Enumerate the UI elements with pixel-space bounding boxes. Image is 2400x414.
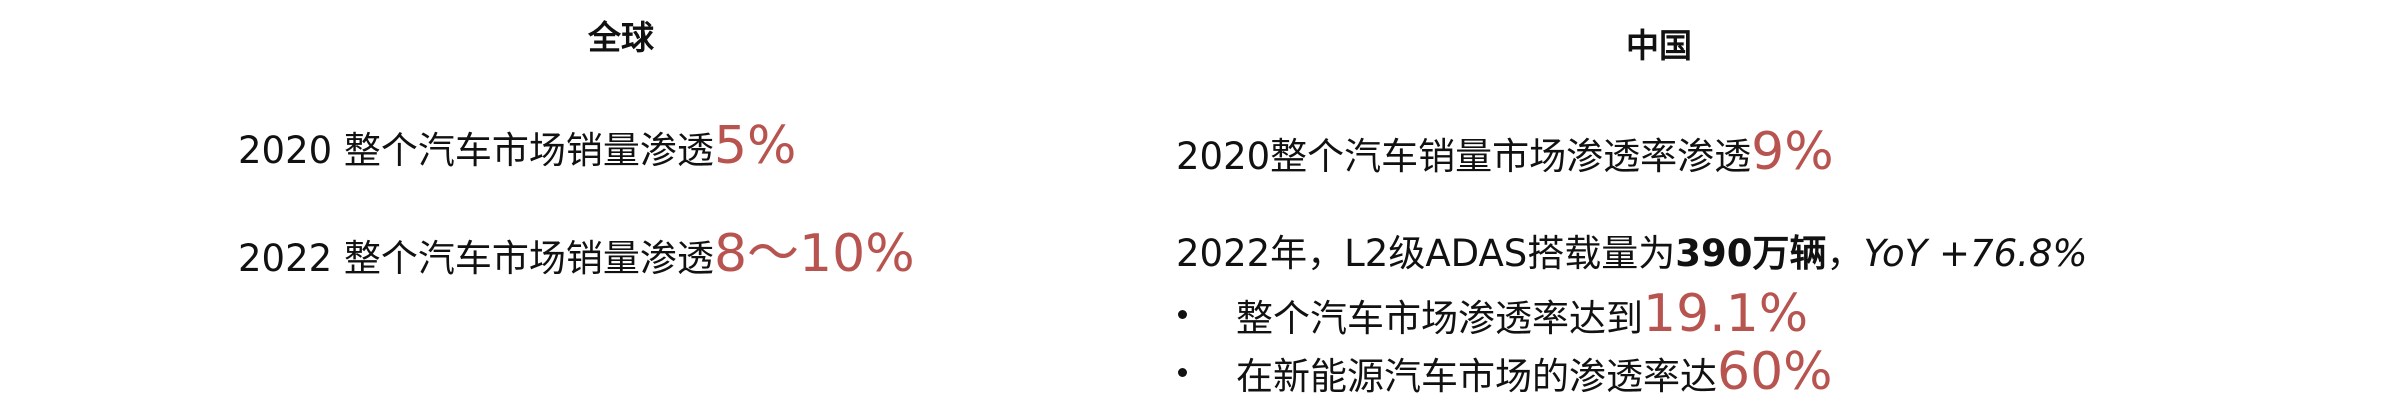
china-line-2020: 2020整个汽车销量市场渗透率渗透9% [1176, 124, 1834, 185]
china-penetration-2020: 9% [1751, 122, 1834, 182]
heading-china: 中国 [1626, 26, 1692, 65]
china-penetration-2022: 19.1% [1643, 284, 1809, 344]
global-penetration-2022: 8～10% [713, 224, 915, 284]
bullet-dot-1 [1178, 310, 1187, 319]
china-line-2022-text: 2022年，L2级ADAS搭载量为 [1176, 232, 1676, 275]
china-line-2022-sep: ， [1826, 232, 1864, 275]
global-line-2020-text: 2020 整个汽车市场销量渗透 [238, 129, 714, 172]
china-bullet-2-text: 在新能源汽车市场的渗透率达 [1236, 355, 1717, 398]
china-yoy: YoY +76.8% [1863, 232, 2088, 275]
china-bullet-1-text: 整个汽车市场渗透率达到 [1236, 297, 1643, 340]
global-line-2022: 2022 整个汽车市场销量渗透8～10% [238, 226, 915, 287]
bullet-dot-2 [1178, 368, 1187, 377]
china-line-2022: 2022年，L2级ADAS搭载量为390万辆，YoY +76.8% [1176, 226, 2088, 282]
china-adas-volume: 390万辆 [1675, 232, 1827, 275]
global-penetration-2020: 5% [713, 116, 797, 176]
global-line-2022-text: 2022 整个汽车市场销量渗透 [238, 237, 714, 280]
china-bullet-2: 在新能源汽车市场的渗透率达60% [1236, 344, 1833, 405]
heading-global: 全球 [588, 18, 654, 57]
china-bullet-1: 整个汽车市场渗透率达到19.1% [1236, 286, 1808, 347]
global-line-2020: 2020 整个汽车市场销量渗透5% [238, 118, 796, 179]
china-line-2020-text: 2020整个汽车销量市场渗透率渗透 [1176, 135, 1752, 178]
china-nev-penetration: 60% [1717, 342, 1833, 402]
